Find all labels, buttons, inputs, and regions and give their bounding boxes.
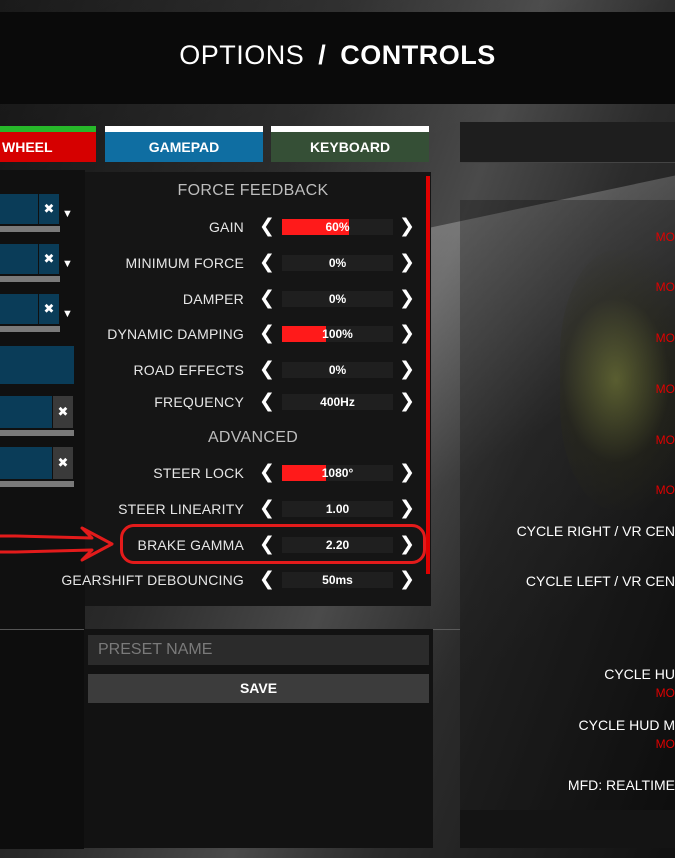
dropdown-icon[interactable]: ▼ — [62, 258, 73, 270]
option-value: 0% — [328, 256, 347, 270]
binding-value[interactable]: MO — [656, 483, 675, 497]
tab-wheel[interactable]: WHEEL — [0, 126, 96, 162]
binding-value[interactable]: MO — [656, 230, 675, 244]
binding-slot[interactable] — [0, 396, 52, 428]
binding-slot[interactable] — [0, 194, 38, 224]
dropdown-icon[interactable]: ▼ — [62, 308, 73, 320]
option-label: FREQUENCY — [154, 394, 244, 410]
save-button[interactable]: SAVE — [88, 674, 429, 703]
clear-icon[interactable]: ✖ — [53, 396, 73, 428]
option-label: ROAD EFFECTS — [133, 362, 244, 378]
chevron-right-icon[interactable]: ❯ — [399, 498, 415, 520]
tab-keyboard[interactable]: KEYBOARD — [271, 126, 429, 162]
option-row-damper[interactable]: DAMPER ❮ 0% ❯ — [85, 286, 421, 314]
binding-value[interactable]: MO — [656, 280, 675, 294]
section-title-advanced: ADVANCED — [207, 429, 299, 446]
chevron-left-icon[interactable]: ❮ — [259, 569, 275, 591]
option-value: 100% — [322, 327, 353, 341]
right-panel-footer — [460, 810, 675, 848]
chevron-right-icon[interactable]: ❯ — [399, 288, 415, 310]
option-value: 400Hz — [320, 395, 355, 409]
tab-keyboard-label: KEYBOARD — [271, 132, 429, 162]
option-row-dynamic-damping[interactable]: DYNAMIC DAMPING ❮ 100% ❯ — [85, 321, 421, 349]
option-value: 60% — [325, 220, 350, 234]
option-value: 0% — [328, 363, 347, 377]
dropdown-icon[interactable]: ▼ — [62, 208, 73, 220]
tab-wheel-label: WHEEL — [0, 132, 96, 162]
option-row-frequency[interactable]: FREQUENCY ❮ 400Hz ❯ — [85, 389, 421, 417]
binding-value[interactable]: MO — [656, 382, 675, 396]
left-bottom-area — [0, 629, 84, 849]
binding-value[interactable]: MO — [656, 686, 675, 700]
option-value: 0% — [328, 292, 347, 306]
binding-slot[interactable] — [0, 294, 38, 324]
binding-axis-bar — [0, 226, 60, 232]
clear-icon[interactable]: ✖ — [53, 447, 73, 479]
clear-icon[interactable]: ✖ — [39, 294, 59, 324]
option-row-gearshift-debouncing[interactable]: GEARSHIFT DEBOUNCING ❮ 50ms ❯ — [61, 567, 421, 595]
binding-value[interactable]: MO — [656, 433, 675, 447]
option-row-minimum-force[interactable]: MINIMUM FORCE ❮ 0% ❯ — [85, 250, 421, 278]
chevron-left-icon[interactable]: ❮ — [259, 323, 275, 345]
option-value: 50ms — [322, 573, 353, 587]
annotation-highlight — [120, 524, 426, 564]
title-separator: / — [318, 40, 327, 70]
binding-axis-bar — [0, 276, 60, 282]
preset-name-input[interactable] — [88, 635, 429, 665]
right-binding-panel: MO MO MO MO MO MO CYCLE RIGHT / VR CEN C… — [460, 200, 675, 848]
option-label: GAIN — [208, 219, 244, 235]
clear-icon[interactable]: ✖ — [39, 194, 59, 224]
binding-axis-bar — [0, 326, 60, 332]
chevron-right-icon[interactable]: ❯ — [399, 359, 415, 381]
title-controls: CONTROLS — [340, 40, 496, 70]
option-row-steer-lock[interactable]: STEER LOCK ❮ 1080° ❯ — [85, 460, 421, 488]
option-row-gain[interactable]: GAIN ❮ 60% ❯ — [85, 214, 421, 242]
binding-slot[interactable] — [0, 346, 74, 384]
option-label: STEER LOCK — [153, 465, 244, 481]
binding-label: CYCLE LEFT / VR CEN — [525, 573, 675, 589]
binding-label: MFD: REALTIME — [567, 777, 675, 793]
section-title-force-feedback: FORCE FEEDBACK — [177, 182, 329, 199]
option-value: 1080° — [321, 466, 354, 480]
binding-slot[interactable] — [0, 244, 38, 274]
option-label: STEER LINEARITY — [118, 501, 244, 517]
chevron-right-icon[interactable]: ❯ — [399, 569, 415, 591]
binding-label: CYCLE HU — [604, 666, 675, 682]
option-label: MINIMUM FORCE — [125, 255, 244, 271]
annotation-arrow-icon — [0, 526, 114, 562]
title-options[interactable]: OPTIONS — [179, 40, 304, 70]
binding-slot[interactable] — [0, 447, 52, 479]
chevron-right-icon[interactable]: ❯ — [399, 323, 415, 345]
panel-scrollbar[interactable] — [426, 176, 430, 574]
binding-axis-bar — [0, 430, 74, 436]
chevron-left-icon[interactable]: ❮ — [259, 359, 275, 381]
binding-value[interactable]: MO — [656, 737, 675, 751]
chevron-right-icon[interactable]: ❯ — [399, 252, 415, 274]
option-row-steer-linearity[interactable]: STEER LINEARITY ❮ 1.00 ❯ — [85, 496, 421, 524]
option-label: DAMPER — [182, 291, 244, 307]
tab-gamepad[interactable]: GAMEPAD — [105, 126, 263, 162]
binding-label: CYCLE RIGHT / VR CEN — [516, 523, 675, 539]
chevron-left-icon[interactable]: ❮ — [259, 462, 275, 484]
chevron-left-icon[interactable]: ❮ — [259, 216, 275, 238]
tab-gamepad-label: GAMEPAD — [105, 132, 263, 162]
page-title: OPTIONS / CONTROLS — [0, 40, 675, 71]
chevron-right-icon[interactable]: ❯ — [399, 216, 415, 238]
chevron-left-icon[interactable]: ❮ — [259, 498, 275, 520]
option-label: DYNAMIC DAMPING — [107, 326, 244, 342]
binding-label: CYCLE HUD M — [578, 717, 675, 733]
chevron-right-icon[interactable]: ❯ — [399, 462, 415, 484]
binding-value[interactable]: MO — [656, 331, 675, 345]
chevron-right-icon[interactable]: ❯ — [399, 391, 415, 413]
option-label: GEARSHIFT DEBOUNCING — [61, 572, 244, 588]
right-panel-header — [460, 122, 675, 163]
clear-icon[interactable]: ✖ — [39, 244, 59, 274]
option-value: 1.00 — [325, 502, 350, 516]
chevron-left-icon[interactable]: ❮ — [259, 288, 275, 310]
chevron-left-icon[interactable]: ❮ — [259, 252, 275, 274]
option-row-road-effects[interactable]: ROAD EFFECTS ❮ 0% ❯ — [85, 357, 421, 385]
chevron-left-icon[interactable]: ❮ — [259, 391, 275, 413]
binding-axis-bar — [0, 481, 74, 487]
